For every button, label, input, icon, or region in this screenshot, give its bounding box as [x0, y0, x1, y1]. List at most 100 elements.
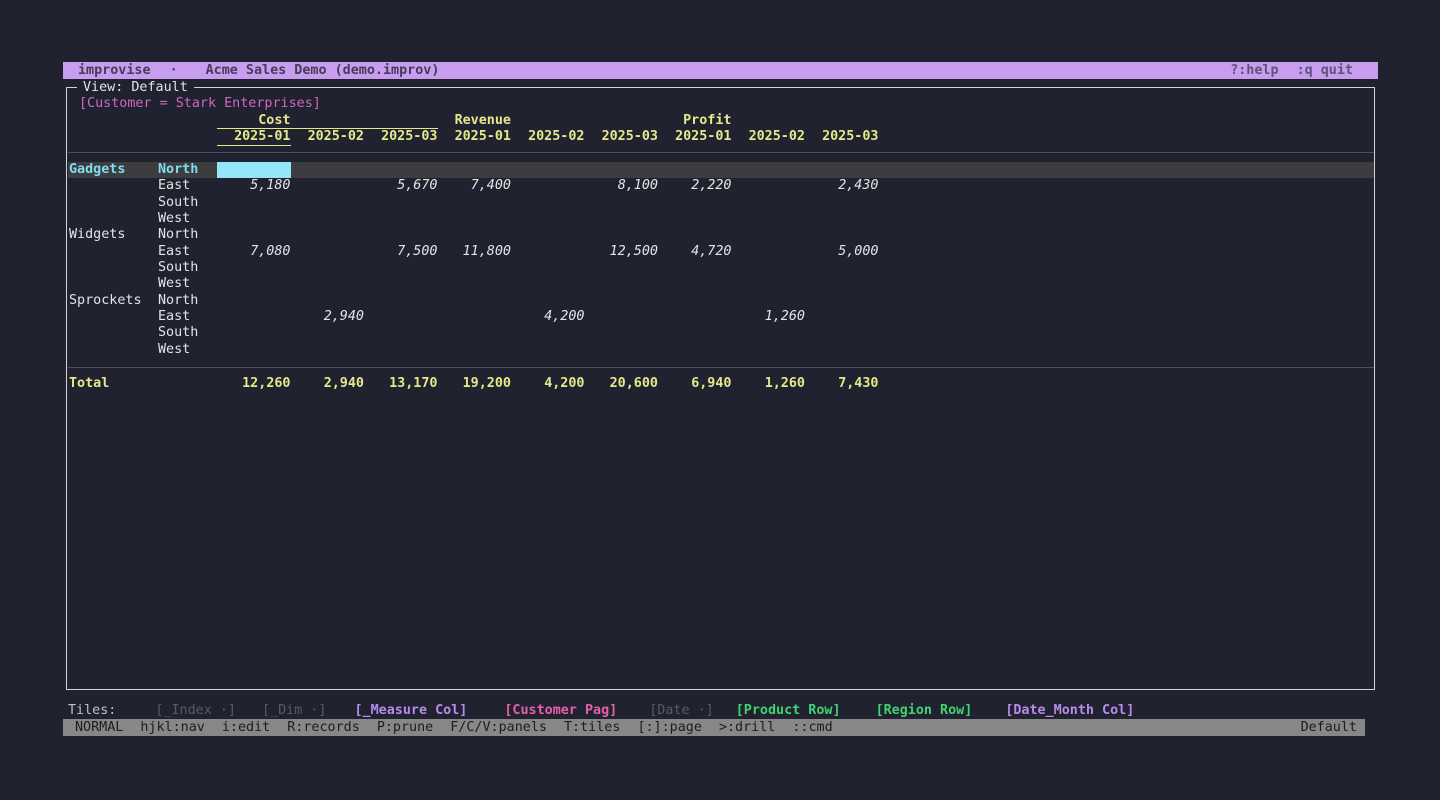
- value-cell[interactable]: [217, 276, 291, 292]
- value-cell[interactable]: [658, 342, 732, 358]
- value-cell[interactable]: 11,800: [438, 244, 512, 260]
- value-cell[interactable]: [732, 178, 806, 194]
- value-cell[interactable]: [511, 195, 585, 211]
- value-cell[interactable]: [511, 276, 585, 292]
- value-cell[interactable]: [511, 178, 585, 194]
- value-cell[interactable]: [438, 325, 512, 341]
- value-cell[interactable]: [364, 325, 438, 341]
- value-cell[interactable]: [732, 211, 806, 227]
- value-cell[interactable]: [805, 260, 879, 276]
- value-cell[interactable]: [364, 211, 438, 227]
- value-cell[interactable]: [438, 260, 512, 276]
- table-row[interactable]: South: [68, 260, 1374, 276]
- value-cell[interactable]: [585, 276, 659, 292]
- tile-date-month-col[interactable]: [Date_Month Col]: [1005, 702, 1134, 719]
- table-row[interactable]: WidgetsNorth: [68, 227, 1374, 243]
- value-cell[interactable]: [585, 195, 659, 211]
- value-cell[interactable]: [291, 195, 365, 211]
- value-cell[interactable]: [732, 227, 806, 243]
- value-cell[interactable]: [805, 195, 879, 211]
- value-cell[interactable]: [805, 162, 879, 178]
- value-cell[interactable]: [217, 227, 291, 243]
- table-row[interactable]: SprocketsNorth: [68, 293, 1374, 309]
- value-cell[interactable]: [511, 342, 585, 358]
- table-row[interactable]: East5,1805,6707,4008,1002,2202,430: [68, 178, 1374, 194]
- value-cell[interactable]: 7,400: [438, 178, 512, 194]
- value-cell[interactable]: 4,720: [658, 244, 732, 260]
- value-cell[interactable]: [217, 325, 291, 341]
- value-cell[interactable]: [732, 325, 806, 341]
- value-cell[interactable]: [291, 211, 365, 227]
- value-cell[interactable]: [585, 260, 659, 276]
- value-cell[interactable]: [291, 276, 365, 292]
- value-cell[interactable]: [732, 244, 806, 260]
- value-cell[interactable]: [291, 293, 365, 309]
- value-cell[interactable]: [658, 293, 732, 309]
- value-cell[interactable]: [805, 342, 879, 358]
- value-cell[interactable]: [511, 325, 585, 341]
- table-row[interactable]: GadgetsNorth: [68, 162, 1374, 178]
- value-cell[interactable]: [732, 276, 806, 292]
- value-cell[interactable]: [511, 162, 585, 178]
- value-cell[interactable]: [585, 162, 659, 178]
- value-cell[interactable]: [585, 325, 659, 341]
- tile-region-row[interactable]: [Region Row]: [876, 702, 973, 719]
- table-row[interactable]: East7,0807,50011,80012,5004,7205,000: [68, 244, 1374, 260]
- value-cell[interactable]: 2,430: [805, 178, 879, 194]
- value-cell[interactable]: [732, 342, 806, 358]
- value-cell[interactable]: [291, 260, 365, 276]
- table-row[interactable]: South: [68, 325, 1374, 341]
- value-cell[interactable]: [291, 227, 365, 243]
- value-cell[interactable]: [291, 162, 365, 178]
- value-cell[interactable]: [364, 162, 438, 178]
- tile--index[interactable]: [_Index ·]: [155, 702, 236, 719]
- value-cell[interactable]: [291, 178, 365, 194]
- table-row[interactable]: East2,9404,2001,260: [68, 309, 1374, 325]
- value-cell[interactable]: 5,670: [364, 178, 438, 194]
- table-row[interactable]: West: [68, 211, 1374, 227]
- value-cell[interactable]: [732, 195, 806, 211]
- value-cell[interactable]: [291, 325, 365, 341]
- value-cell[interactable]: [585, 309, 659, 325]
- value-cell[interactable]: [438, 309, 512, 325]
- value-cell[interactable]: [217, 211, 291, 227]
- value-cell[interactable]: [511, 293, 585, 309]
- value-cell[interactable]: 4,200: [511, 309, 585, 325]
- value-cell[interactable]: [732, 260, 806, 276]
- value-cell[interactable]: [511, 260, 585, 276]
- value-cell[interactable]: [364, 227, 438, 243]
- tile--measure-col[interactable]: [_Measure Col]: [355, 702, 468, 719]
- value-cell[interactable]: [438, 342, 512, 358]
- value-cell[interactable]: [805, 325, 879, 341]
- value-cell[interactable]: 5,000: [805, 244, 879, 260]
- value-cell[interactable]: 1,260: [732, 309, 806, 325]
- value-cell[interactable]: [364, 309, 438, 325]
- value-cell[interactable]: [438, 195, 512, 211]
- value-cell[interactable]: [658, 276, 732, 292]
- value-cell[interactable]: 12,500: [585, 244, 659, 260]
- value-cell[interactable]: 7,500: [364, 244, 438, 260]
- value-cell[interactable]: [217, 195, 291, 211]
- value-cell[interactable]: [217, 293, 291, 309]
- value-cell[interactable]: 2,940: [291, 309, 365, 325]
- value-cell[interactable]: [732, 293, 806, 309]
- value-cell[interactable]: [658, 162, 732, 178]
- value-cell[interactable]: [438, 276, 512, 292]
- table-row[interactable]: West: [68, 276, 1374, 292]
- value-cell[interactable]: [805, 293, 879, 309]
- value-cell[interactable]: [364, 276, 438, 292]
- value-cell[interactable]: [217, 260, 291, 276]
- tile-date[interactable]: [Date ·]: [649, 702, 714, 719]
- value-cell[interactable]: [805, 276, 879, 292]
- value-cell[interactable]: [291, 244, 365, 260]
- value-cell[interactable]: [805, 211, 879, 227]
- value-cell[interactable]: [438, 162, 512, 178]
- value-cell[interactable]: [658, 227, 732, 243]
- value-cell[interactable]: [658, 195, 732, 211]
- value-cell[interactable]: [438, 227, 512, 243]
- value-cell[interactable]: [805, 227, 879, 243]
- value-cell[interactable]: [585, 342, 659, 358]
- tile--dim[interactable]: [_Dim ·]: [262, 702, 327, 719]
- value-cell[interactable]: [658, 325, 732, 341]
- value-cell[interactable]: 5,180: [217, 178, 291, 194]
